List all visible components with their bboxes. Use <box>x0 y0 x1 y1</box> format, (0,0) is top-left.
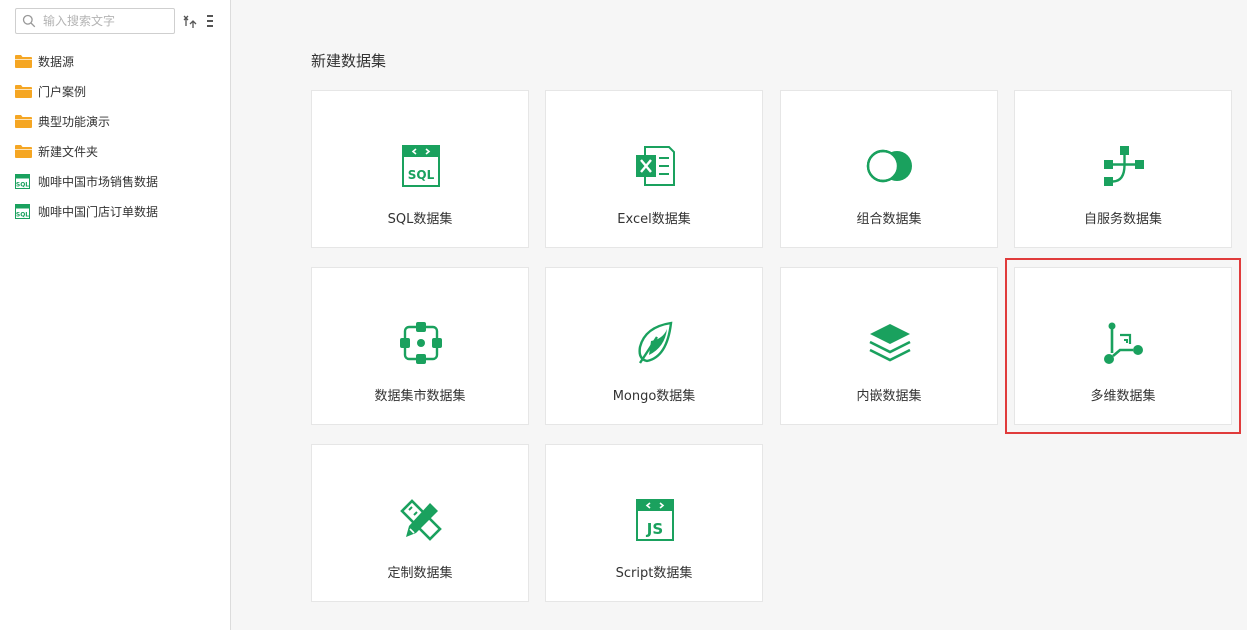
combine-icon <box>865 143 915 189</box>
sort-icon[interactable] <box>182 12 198 30</box>
sql-file-icon: SQL <box>15 173 33 189</box>
tree-item-folder[interactable]: 典型功能演示 <box>15 106 225 136</box>
search-input[interactable] <box>43 12 171 30</box>
tree-item-label: 门户案例 <box>38 84 87 99</box>
search-box[interactable] <box>15 8 175 34</box>
page-title: 新建数据集 <box>311 52 387 70</box>
folder-icon <box>15 53 33 69</box>
app-window: 数据源 门户案例 典型功能演示 新建文件夹 <box>0 0 1247 630</box>
excel-icon <box>630 143 680 189</box>
tree-item-folder[interactable]: 门户案例 <box>15 76 225 106</box>
self-service-icon <box>1099 143 1149 189</box>
tree-item-folder[interactable]: 数据源 <box>15 46 225 76</box>
dataset-card-custom[interactable]: 定制数据集 <box>311 444 529 602</box>
sql-icon: SQL <box>396 143 446 189</box>
dataset-card-script[interactable]: JS Script数据集 <box>545 444 763 602</box>
card-label: 定制数据集 <box>387 566 453 581</box>
mongo-leaf-icon <box>630 320 680 366</box>
dataset-card-mongo[interactable]: Mongo数据集 <box>545 267 763 425</box>
card-label: SQL数据集 <box>387 212 453 227</box>
tree-item-label: 典型功能演示 <box>38 114 111 129</box>
more-menu-icon[interactable] <box>202 12 218 30</box>
dataset-card-sql[interactable]: SQL SQL数据集 <box>311 90 529 248</box>
dataset-card-self-service[interactable]: 自服务数据集 <box>1014 90 1232 248</box>
sidebar: 数据源 门户案例 典型功能演示 新建文件夹 <box>0 0 231 630</box>
card-label: Script数据集 <box>615 566 693 581</box>
dataset-card-excel[interactable]: Excel数据集 <box>545 90 763 248</box>
card-label: 多维数据集 <box>1090 389 1156 404</box>
folder-icon <box>15 83 33 99</box>
tree-item-label: 新建文件夹 <box>38 144 99 159</box>
tree-item-folder[interactable]: 新建文件夹 <box>15 136 225 166</box>
card-label: 自服务数据集 <box>1083 212 1162 227</box>
tree-item-sql-dataset[interactable]: SQL 咖啡中国门店订单数据 <box>15 196 225 226</box>
card-label: 内嵌数据集 <box>856 389 922 404</box>
search-icon <box>22 14 36 28</box>
card-label: Excel数据集 <box>617 212 691 227</box>
svg-text:JS: JS <box>646 520 663 538</box>
search-row <box>15 8 225 34</box>
card-label: Mongo数据集 <box>612 389 696 404</box>
dataset-card-combine[interactable]: 组合数据集 <box>780 90 998 248</box>
ruler-pencil-icon <box>396 497 446 543</box>
resource-tree: 数据源 门户案例 典型功能演示 新建文件夹 SQL 咖啡中国市场销售数据 SQL… <box>15 46 225 226</box>
dataset-card-multidimensional[interactable]: 多维数据集 <box>1014 267 1232 425</box>
layers-icon <box>865 320 915 366</box>
svg-text:SQL: SQL <box>408 168 435 182</box>
card-label: 数据集市数据集 <box>374 389 466 404</box>
folder-icon <box>15 113 33 129</box>
folder-icon <box>15 143 33 159</box>
card-label: 组合数据集 <box>856 212 922 227</box>
svg-text:SQL: SQL <box>16 211 29 218</box>
sql-file-icon: SQL <box>15 203 33 219</box>
dataset-card-data-mart[interactable]: 数据集市数据集 <box>311 267 529 425</box>
main-panel: 新建数据集 SQL SQL数据集 Excel数据集 组合数据集 自服务数据集 数… <box>231 0 1247 630</box>
svg-text:SQL: SQL <box>16 181 29 188</box>
js-icon: JS <box>630 497 680 543</box>
multidimensional-icon <box>1099 320 1149 366</box>
tree-item-label: 数据源 <box>38 54 75 69</box>
data-mart-icon <box>396 320 446 366</box>
tree-item-label: 咖啡中国市场销售数据 <box>38 174 159 189</box>
dataset-card-embedded[interactable]: 内嵌数据集 <box>780 267 998 425</box>
tree-item-label: 咖啡中国门店订单数据 <box>38 204 159 219</box>
tree-item-sql-dataset[interactable]: SQL 咖啡中国市场销售数据 <box>15 166 225 196</box>
